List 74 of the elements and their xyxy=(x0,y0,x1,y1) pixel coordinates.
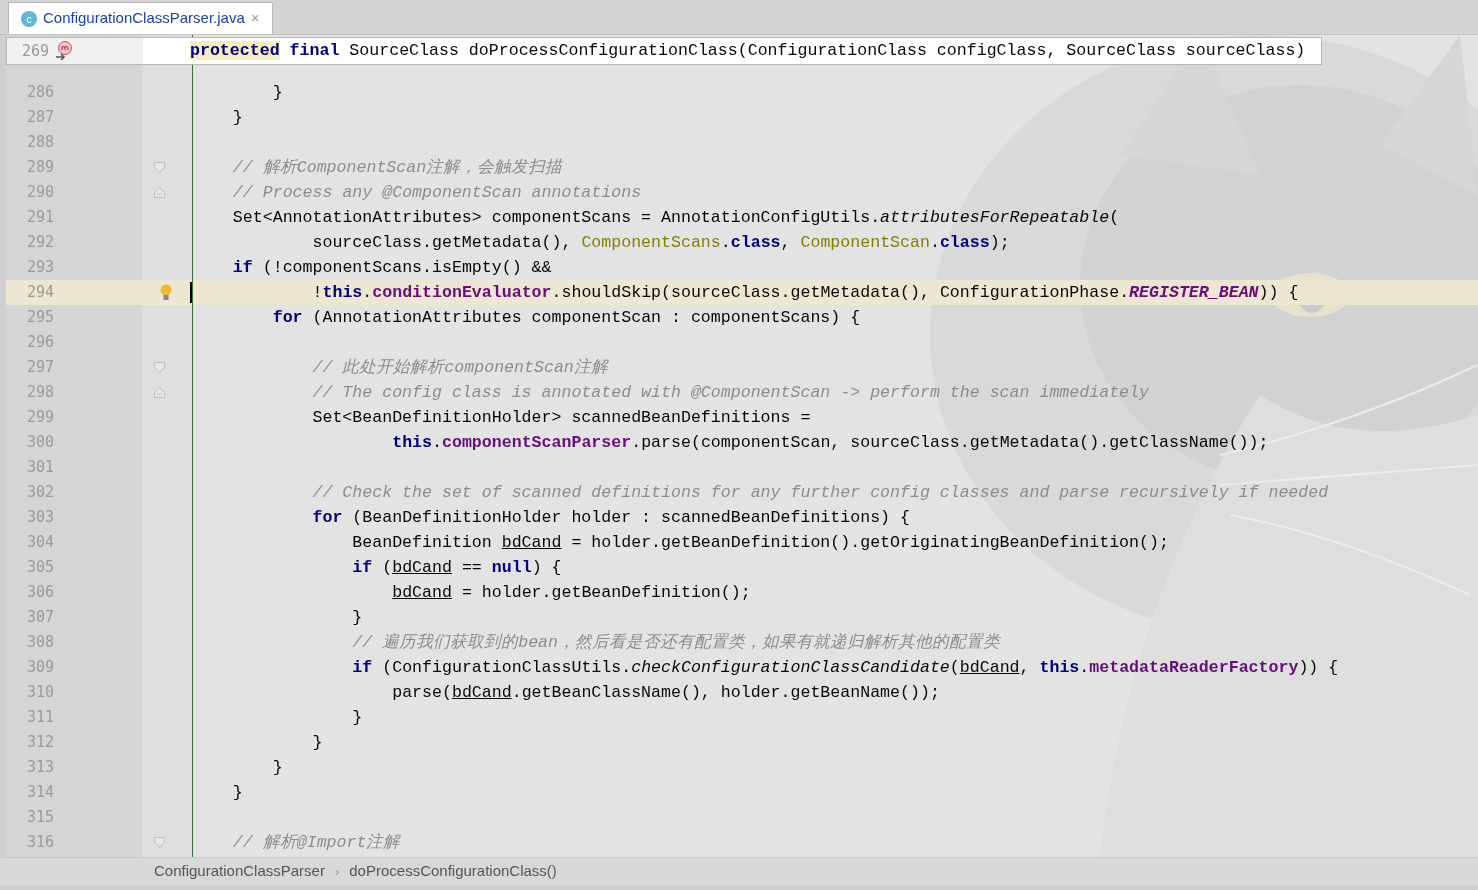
line-number: 302 xyxy=(26,482,54,503)
code-line: // 解析ComponentScan注解，会触发扫描 xyxy=(231,157,563,179)
breadcrumb-item[interactable]: ConfigurationClassParser xyxy=(154,860,325,883)
line-number: 305 xyxy=(26,557,54,578)
line-number: 291 xyxy=(26,207,54,228)
line-number: 290 xyxy=(26,182,54,203)
line-number: 287 xyxy=(26,107,54,128)
line-number: 309 xyxy=(26,657,54,678)
code-line: for (BeanDefinitionHolder holder : scannedBeanDefinitions) { xyxy=(311,507,910,529)
line-number: 304 xyxy=(26,532,54,553)
code-line: if (ConfigurationClassUtils.checkConfigurationClassCandidate(bdCand, this.metadataReaderFactory)) { xyxy=(351,657,1339,679)
fold-start-icon[interactable] xyxy=(154,162,165,173)
code-line: Set<AnnotationAttributes> componentScans = AnnotationConfigUtils.attributesForRepeatable( xyxy=(231,207,1120,229)
line-number: 316 xyxy=(26,832,54,853)
code-line: protected final SourceClass doProcessConfigurationClass(ConfigurationClass configClass, SourceClass sourceClass) xyxy=(190,40,1306,62)
fold-end-icon[interactable] xyxy=(154,187,165,198)
code-line: if (!componentScans.isEmpty() && xyxy=(231,257,552,279)
code-line: // 解析@Import注解 xyxy=(231,832,401,854)
class-icon: c xyxy=(21,10,37,27)
line-number: 288 xyxy=(26,132,54,153)
text-cursor xyxy=(190,282,192,303)
chevron-icon: › xyxy=(334,861,340,882)
code-line: Set<BeanDefinitionHolder> scannedBeanDefinitions = xyxy=(311,407,811,429)
line-number: 310 xyxy=(26,682,54,703)
line-number: 269 xyxy=(22,40,50,62)
close-icon[interactable]: × xyxy=(250,7,260,30)
code-line: } xyxy=(231,107,243,129)
line-number: 294 xyxy=(26,282,54,303)
code-line: bdCand = holder.getBeanDefinition(); xyxy=(391,582,751,604)
code-line: for (AnnotationAttributes componentScan : componentScans) { xyxy=(271,307,861,329)
line-number: 295 xyxy=(26,307,54,328)
code-line: // The config class is annotated with @ComponentScan -> perform the scan immediately xyxy=(311,382,1149,404)
line-number: 312 xyxy=(26,732,54,753)
code-line: // 遍历我们获取到的bean，然后看是否还有配置类，如果有就递归解析其他的配置类 xyxy=(351,632,1001,654)
line-number: 293 xyxy=(26,257,54,278)
fold-start-icon[interactable] xyxy=(154,362,165,373)
line-number: 307 xyxy=(26,607,54,628)
line-number: 301 xyxy=(26,457,54,478)
file-tab[interactable]: c ConfigurationClassParser.java × xyxy=(8,2,273,34)
code-line: } xyxy=(351,607,363,629)
code-line: this.componentScanParser.parse(componentScan, sourceClass.getMetadata().getClassName()); xyxy=(391,432,1269,454)
line-number: 299 xyxy=(26,407,54,428)
code-line: BeanDefinition bdCand = holder.getBeanDefinition().getOriginatingBeanDefinition(); xyxy=(351,532,1169,554)
code-line: sourceClass.getMetadata(), ComponentScans.class, ComponentScan.class); xyxy=(311,232,1010,254)
code-line: // 此处开始解析componentScan注解 xyxy=(311,357,608,379)
line-number: 289 xyxy=(26,157,54,178)
line-number: 298 xyxy=(26,382,54,403)
line-number: 308 xyxy=(26,632,54,653)
code-line: parse(bdCand.getBeanClassName(), holder.getBeanName()); xyxy=(391,682,940,704)
line-number: 314 xyxy=(26,782,54,803)
code-line: } xyxy=(311,732,323,754)
line-number: 315 xyxy=(26,807,54,828)
code-line: !this.conditionEvaluator.shouldSkip(sourceClass.getMetadata(), ConfigurationPhase.REGISTER_BEAN)) { xyxy=(311,282,1299,304)
code-line: } xyxy=(271,82,283,104)
lightbulb-icon[interactable] xyxy=(160,283,172,302)
line-number: 297 xyxy=(26,357,54,378)
line-number: 303 xyxy=(26,507,54,528)
code-line: } xyxy=(231,782,243,804)
line-number: 300 xyxy=(26,432,54,453)
fold-end-icon[interactable] xyxy=(154,387,165,398)
fold-start-icon[interactable] xyxy=(154,837,165,848)
breadcrumb-item[interactable]: doProcessConfigurationClass() xyxy=(349,860,557,883)
line-number: 306 xyxy=(26,582,54,603)
line-number: 296 xyxy=(26,332,54,353)
code-line: // Check the set of scanned definitions for any further config classes and parse recursively if needed xyxy=(311,482,1329,504)
line-number: 292 xyxy=(26,232,54,253)
line-number: 311 xyxy=(26,707,54,728)
line-number: 313 xyxy=(26,757,54,778)
method-icon[interactable] xyxy=(55,41,74,61)
code-line: if (bdCand == null) { xyxy=(351,557,562,579)
line-number: 286 xyxy=(26,82,54,103)
code-line: // Process any @ComponentScan annotations xyxy=(231,182,642,204)
code-line: } xyxy=(351,707,363,729)
code-line: } xyxy=(271,757,283,779)
